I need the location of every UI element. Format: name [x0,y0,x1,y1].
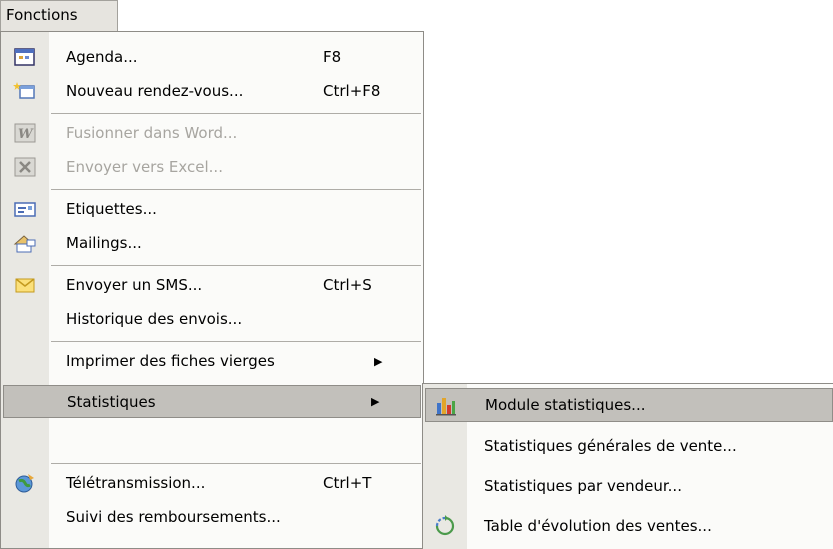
excel-icon [13,156,37,178]
submenu-item-table-evolution[interactable]: Table d'évolution des ventes... [423,509,833,543]
submenu-arrow-icon: ▶ [371,395,380,408]
submenu-item-label: Statistiques générales de vente... [484,437,737,455]
submenu-arrow-icon: ▶ [374,354,383,368]
menu-item-label: Envoyer un SMS... [66,276,203,294]
menu-item-envoyer-excel[interactable]: Envoyer vers Excel... [1,150,423,184]
menu-item-label: Télétransmission... [66,474,206,492]
svg-text:W: W [18,127,34,142]
menu-separator [51,265,421,266]
submenu-item-statistiques-vendeur[interactable]: Statistiques par vendeur... [423,469,833,503]
menu-item-label: Fusionner dans Word... [66,124,238,142]
menu-separator [51,463,421,464]
labels-icon [13,198,37,220]
submenu-item-statistiques-generales[interactable]: Statistiques générales de vente... [423,429,833,463]
menu-item-label: Mailings... [66,234,142,252]
submenu-item-label: Statistiques par vendeur... [484,477,682,495]
submenu-item-label: Module statistiques... [485,396,646,414]
menu-item-label: Suivi des remboursements... [66,508,281,526]
fonctions-menu: Agenda... F8 Nouveau rendez-vous... Ctrl… [0,31,424,549]
menu-item-label: Historique des envois... [66,310,243,328]
table-evolution-icon [433,515,457,537]
menubar-fonctions[interactable]: Fonctions [0,0,118,32]
menu-item-fusionner-word[interactable]: W Fusionner dans Word... [1,116,423,150]
word-icon: W [13,122,37,144]
menu-item-statistiques[interactable]: Statistiques ▶ [3,385,421,418]
menu-item-shortcut: Ctrl+S [323,276,372,294]
menu-item-shortcut: F8 [323,48,342,66]
menu-separator [51,113,421,114]
menu-item-shortcut: Ctrl+T [323,474,372,492]
submenu-item-label: Table d'évolution des ventes... [484,517,712,535]
mailing-icon [13,232,37,254]
menu-separator [51,341,421,342]
menu-item-label: Etiquettes... [66,200,157,218]
menu-item-label: Statistiques [67,392,156,411]
menu-item-teletransmission[interactable]: Télétransmission... Ctrl+T [1,466,423,500]
menu-item-imprimer-fiches[interactable]: Imprimer des fiches vierges ▶ [1,344,423,378]
menu-item-label: Imprimer des fiches vierges [66,352,275,370]
menu-item-envoyer-sms[interactable]: Envoyer un SMS... Ctrl+S [1,268,423,302]
bar-chart-icon [434,394,458,416]
new-appointment-icon [13,80,37,102]
menu-item-suivi-remboursements[interactable]: Suivi des remboursements... [1,500,423,534]
envelope-icon [13,274,37,296]
statistiques-submenu: Module statistiques... Statistiques géné… [422,383,833,549]
globe-transmission-icon [13,472,37,494]
menu-item-label: Envoyer vers Excel... [66,158,223,176]
calendar-icon [13,46,37,68]
menu-item-mailings[interactable]: Mailings... [1,226,423,260]
menu-item-label: Nouveau rendez-vous... [66,82,244,100]
menu-item-shortcut: Ctrl+F8 [323,82,381,100]
menu-separator [51,189,421,190]
menu-item-agenda[interactable]: Agenda... F8 [1,40,423,74]
menu-item-historique-envois[interactable]: Historique des envois... [1,302,423,336]
submenu-item-module-statistiques[interactable]: Module statistiques... [425,388,833,422]
menu-item-label: Agenda... [66,48,138,66]
menubar-fonctions-label: Fonctions [6,6,78,24]
menu-item-etiquettes[interactable]: Etiquettes... [1,192,423,226]
menu-item-nouveau-rendez-vous[interactable]: Nouveau rendez-vous... Ctrl+F8 [1,74,423,108]
